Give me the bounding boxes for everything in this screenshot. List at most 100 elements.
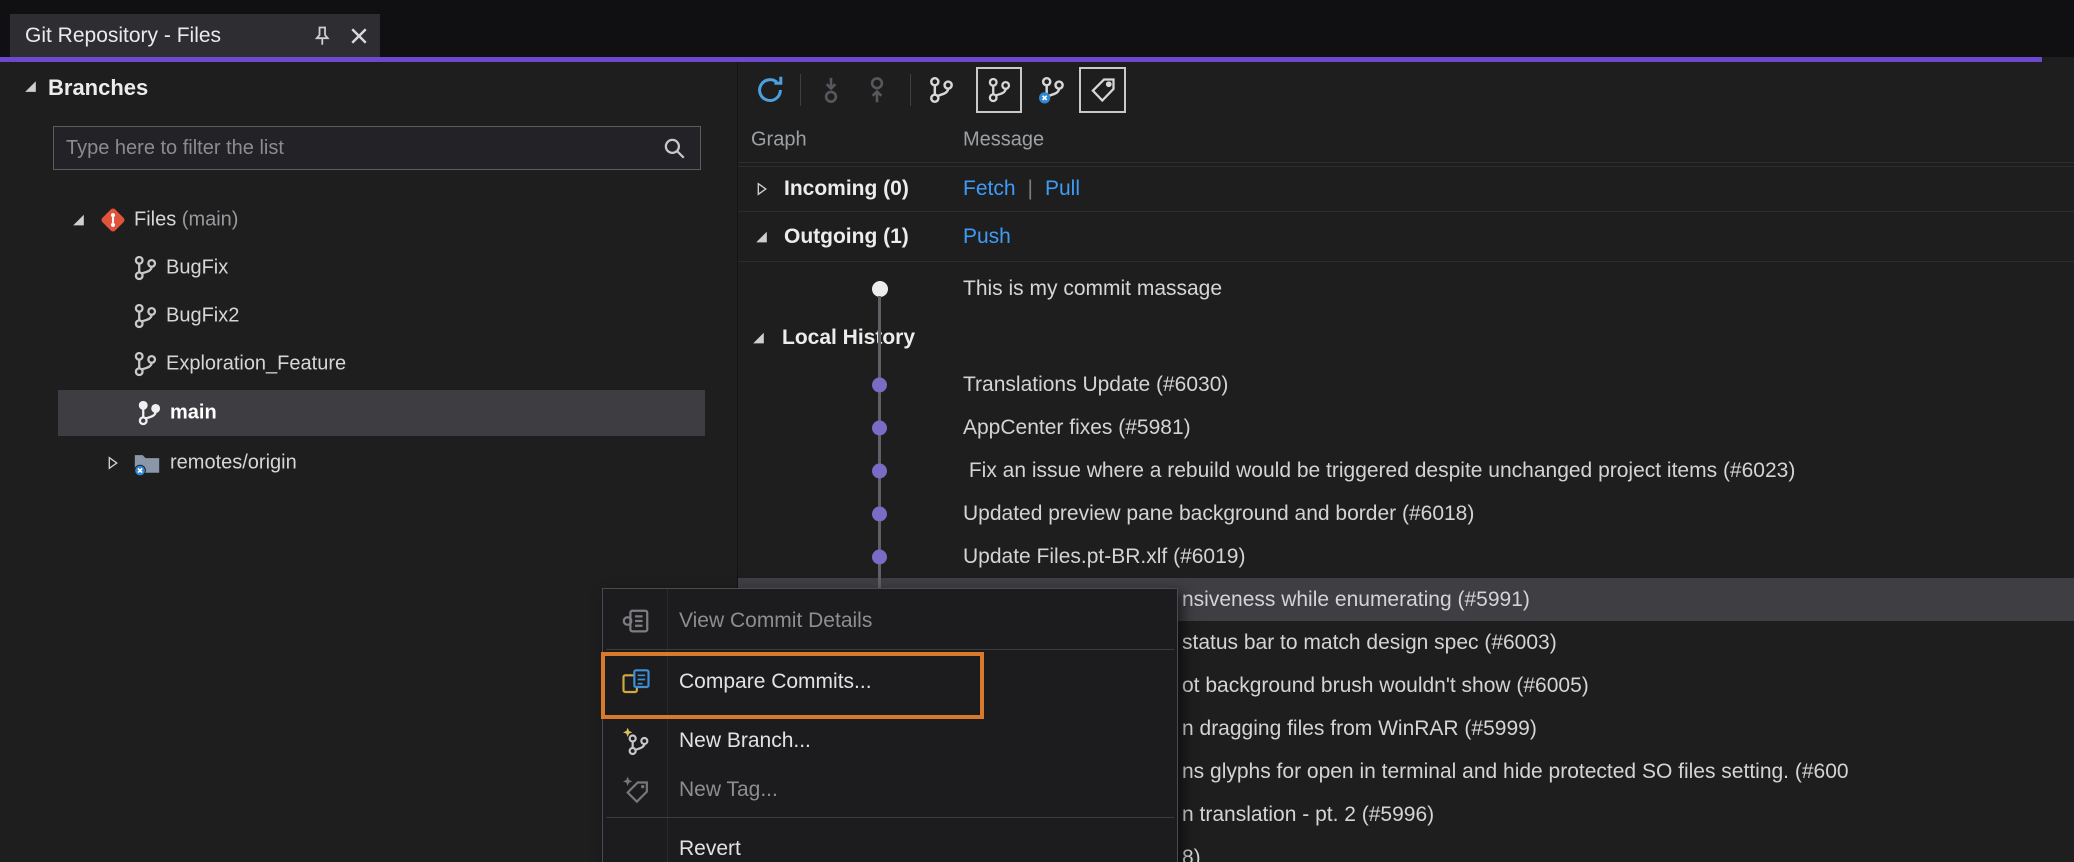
tree-item-remotes-origin[interactable]: remotes/origin xyxy=(0,440,737,486)
commit-dot-icon xyxy=(872,463,887,478)
menu-item-revert[interactable]: Revert xyxy=(603,825,1177,862)
fetch-link[interactable]: Fetch xyxy=(963,177,1016,201)
tree-item-label: Files (main) xyxy=(134,208,239,231)
tab-git-repository-files[interactable]: Git Repository - Files xyxy=(10,14,380,57)
commit-message: 8) xyxy=(1182,845,1201,862)
new-tag-icon xyxy=(620,774,652,806)
commit-message: ot background brush wouldn't show (#6005… xyxy=(1182,673,1589,697)
expand-arrow-icon[interactable] xyxy=(753,181,770,198)
branch-icon xyxy=(988,77,1011,103)
tree-item-repo-files[interactable]: Files (main) xyxy=(0,197,737,243)
branches-header: Branches xyxy=(0,68,737,108)
local-history-label: Local History xyxy=(782,325,916,349)
commit-dot-icon xyxy=(872,506,887,521)
column-header-graph[interactable]: Graph xyxy=(751,129,807,152)
tree-item-branch-main-current[interactable]: main xyxy=(0,390,737,436)
outgoing-section-row[interactable]: Outgoing (1) Push xyxy=(738,212,2074,262)
toggle-tags-button[interactable] xyxy=(1079,67,1126,113)
commit-message: Translations Update (#6030) xyxy=(963,372,1229,396)
column-headers: Graph Message xyxy=(738,118,2074,163)
tag-icon xyxy=(1090,78,1115,103)
collapse-arrow-icon[interactable] xyxy=(22,78,39,95)
commit-message: ns glyphs for open in terminal and hide … xyxy=(1182,759,1849,783)
refresh-icon xyxy=(758,76,783,102)
link-separator: | xyxy=(1027,177,1033,200)
menu-separator xyxy=(606,649,1174,650)
commit-message: nsiveness while enumerating (#5991) xyxy=(1182,587,1530,611)
refresh-button[interactable] xyxy=(748,68,792,112)
toolbar-separator xyxy=(910,74,911,106)
commit-message: Fix an issue where a rebuild would be tr… xyxy=(963,458,1796,482)
incoming-label: Incoming (0) xyxy=(784,177,909,200)
branch-filter-input[interactable] xyxy=(54,136,658,160)
commit-message: n translation - pt. 2 (#5996) xyxy=(1182,802,1435,826)
expand-arrow-icon[interactable] xyxy=(70,212,87,229)
arrow-down-circle-icon xyxy=(824,77,838,103)
push-link[interactable]: Push xyxy=(963,225,1011,249)
outgoing-commit-row[interactable]: This is my commit massage xyxy=(738,262,2074,315)
toggle-remote-branches-button[interactable] xyxy=(1029,68,1073,112)
close-icon[interactable] xyxy=(343,20,375,52)
tree-item-branch-exploration-feature[interactable]: Exploration_Feature xyxy=(0,341,737,387)
menu-item-view-commit-details[interactable]: View Commit Details xyxy=(603,597,1177,645)
incoming-section-row[interactable]: Incoming (0) Fetch | Pull xyxy=(738,166,2074,212)
new-branch-icon xyxy=(620,725,652,757)
commit-dot-icon xyxy=(872,377,887,392)
collapse-arrow-icon[interactable] xyxy=(750,329,767,346)
local-history-section-row[interactable]: Local History xyxy=(738,315,2074,360)
git-repo-icon xyxy=(98,205,128,235)
fetch-button[interactable] xyxy=(809,68,853,112)
menu-item-new-tag[interactable]: New Tag... xyxy=(603,767,1177,813)
commit-dot-icon xyxy=(872,420,887,435)
commit-message: AppCenter fixes (#5981) xyxy=(963,415,1191,439)
vs-git-repository-window: Git Repository - Files Branches Type her… xyxy=(0,0,2074,862)
context-menu: View Commit Details Compare Commits... N… xyxy=(602,588,1178,862)
menu-item-new-branch[interactable]: New Branch... xyxy=(603,717,1177,765)
column-header-message[interactable]: Message xyxy=(963,129,1044,152)
toolbar-separator xyxy=(800,74,801,106)
remote-folder-icon xyxy=(132,448,162,478)
commit-row[interactable]: Updated preview pane background and bord… xyxy=(738,492,2074,535)
branch-icon xyxy=(130,349,160,379)
tab-title: Git Repository - Files xyxy=(25,23,222,47)
revert-icon-placeholder xyxy=(620,833,652,862)
branch-remote-icon xyxy=(1039,76,1064,104)
search-icon xyxy=(658,132,690,164)
tree-item-label: remotes/origin xyxy=(170,451,297,474)
menu-separator xyxy=(606,817,1174,818)
toggle-local-branches-button[interactable] xyxy=(976,67,1022,113)
commit-row[interactable]: Update Files.pt-BR.xlf (#6019) xyxy=(738,535,2074,578)
collapse-arrow-icon[interactable] xyxy=(753,228,770,245)
commit-details-icon xyxy=(620,605,652,637)
commit-row[interactable]: Fix an issue where a rebuild would be tr… xyxy=(738,449,2074,492)
tab-strip: Git Repository - Files xyxy=(0,0,2074,57)
current-branch-icon xyxy=(134,398,164,428)
tree-item-label: BugFix2 xyxy=(166,304,240,327)
tree-item-label: BugFix xyxy=(166,256,229,279)
branches-heading: Branches xyxy=(48,75,149,100)
outgoing-commit-node-icon xyxy=(872,280,888,297)
pull-link[interactable]: Pull xyxy=(1045,177,1080,201)
branch-graph-button[interactable] xyxy=(919,68,963,112)
outgoing-label: Outgoing (1) xyxy=(784,224,909,248)
branch-filter xyxy=(53,126,701,170)
tree-item-branch-bugfix2[interactable]: BugFix2 xyxy=(0,293,737,339)
branch-icon xyxy=(130,301,160,331)
expand-arrow-icon[interactable] xyxy=(104,455,121,472)
commit-row[interactable]: Translations Update (#6030) xyxy=(738,363,2074,406)
commit-dot-icon xyxy=(872,549,887,564)
branch-icon xyxy=(930,76,953,104)
commit-message: Updated preview pane background and bord… xyxy=(963,501,1475,525)
pin-icon[interactable] xyxy=(306,20,338,52)
commit-message: Update Files.pt-BR.xlf (#6019) xyxy=(963,544,1246,568)
commit-message: status bar to match design spec (#6003) xyxy=(1182,630,1557,654)
tree-item-label: Exploration_Feature xyxy=(166,352,347,375)
arrow-up-circle-icon xyxy=(870,77,884,103)
branch-icon xyxy=(130,253,160,283)
tree-item-branch-bugfix[interactable]: BugFix xyxy=(0,245,737,291)
tree-item-label: main xyxy=(170,401,217,424)
commit-message: n dragging files from WinRAR (#5999) xyxy=(1182,716,1537,740)
annotation-highlight-box xyxy=(601,652,984,719)
push-button[interactable] xyxy=(855,68,899,112)
commit-row[interactable]: AppCenter fixes (#5981) xyxy=(738,406,2074,449)
